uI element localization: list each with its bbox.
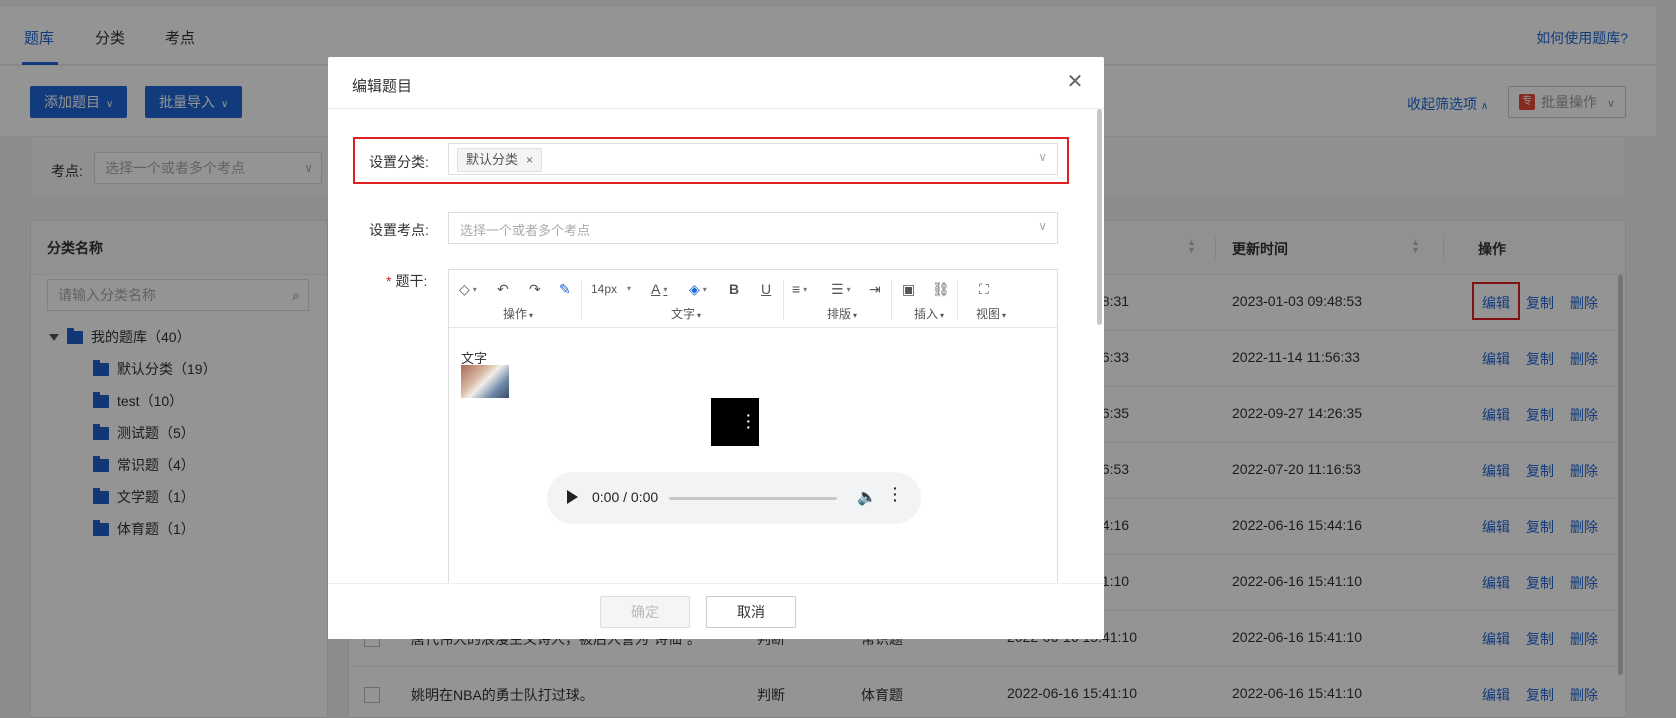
close-icon[interactable]: ✕ [1064, 71, 1086, 93]
bold-icon[interactable]: B [729, 280, 739, 298]
edit-question-dialog: 编辑题目 ✕ 设置分类: 默认分类 × ∨ 设置考点: 选择一个或者多个考点 ∨ … [328, 57, 1104, 639]
list-icon[interactable]: ☰ ▾ [831, 280, 851, 298]
toolbar-divider [581, 280, 582, 320]
category-label: 设置分类: [369, 154, 429, 170]
group-insert[interactable]: 插入 ▾ [914, 305, 944, 322]
play-icon[interactable] [567, 490, 578, 504]
more-options-icon[interactable]: · · · [893, 481, 898, 507]
exam-point-label: 设置考点: [369, 222, 429, 238]
indent-icon[interactable]: ⇥ [869, 280, 881, 298]
dialog-scrollbar[interactable] [1097, 109, 1102, 325]
stem-label-text: 题干: [395, 273, 428, 289]
required-mark: * [386, 273, 392, 289]
toolbar-divider [957, 280, 958, 320]
audio-progress-slider[interactable] [669, 497, 837, 500]
rich-text-editor: ◇ ▾ ↶ ↷ ✎ 操作 ▾ 14px ▾ A ▾ ◈ ▾ B U 文字 ▾ ≡ ▾ ☰ ▾ ⇥… [448, 269, 1058, 589]
dialog-header: 编辑题目 ✕ [328, 57, 1104, 109]
category-select[interactable]: 默认分类 × ∨ [448, 143, 1058, 175]
redo-icon[interactable]: ↷ [529, 280, 541, 298]
embedded-image[interactable] [461, 365, 509, 398]
link-icon[interactable]: ⛓ [932, 280, 950, 298]
eraser-icon[interactable]: ◇ ▾ [459, 280, 477, 298]
format-painter-icon[interactable]: ✎ [559, 280, 571, 298]
image-icon[interactable]: ▣ [902, 280, 915, 298]
group-text-label: 文字 [671, 307, 696, 321]
chevron-down-icon: ∨ [1038, 150, 1047, 164]
chevron-down-icon: ∨ [1038, 219, 1047, 233]
dialog-title: 编辑题目 [352, 78, 413, 95]
embedded-video[interactable]: · · · [711, 398, 759, 446]
underline-icon[interactable]: U [761, 280, 771, 298]
category-tag-label: 默认分类 [466, 152, 519, 167]
exam-point-select[interactable]: 选择一个或者多个考点 ∨ [448, 212, 1058, 244]
cancel-button[interactable]: 取消 [706, 596, 796, 628]
toolbar-divider [783, 280, 784, 320]
more-options-icon[interactable]: · · · [746, 408, 751, 434]
audio-player: 0:00 / 0:00 🔈 · · · [547, 472, 921, 524]
group-layout-label: 排版 [827, 307, 852, 321]
toolbar-divider [891, 280, 892, 320]
exam-point-placeholder: 选择一个或者多个考点 [460, 223, 591, 238]
highlight-color-icon[interactable]: ◈ ▾ [689, 280, 707, 298]
font-size-value: 14px [591, 282, 618, 296]
dialog-footer: 确定 取消 [328, 583, 1104, 639]
group-view-label: 视图 [976, 307, 1001, 321]
group-insert-label: 插入 [914, 307, 939, 321]
volume-icon[interactable]: 🔈 [857, 487, 877, 507]
tag-close-icon[interactable]: × [526, 153, 533, 167]
category-tag: 默认分类 × [457, 148, 543, 172]
align-icon[interactable]: ≡ ▾ [792, 280, 807, 298]
group-layout[interactable]: 排版 ▾ [827, 305, 857, 322]
undo-icon[interactable]: ↶ [497, 280, 509, 298]
group-view[interactable]: 视图 ▾ [976, 305, 1006, 322]
group-operation[interactable]: 操作 ▾ [503, 305, 533, 322]
group-text[interactable]: 文字 ▾ [671, 305, 701, 322]
font-size-select[interactable]: 14px ▾ [591, 280, 631, 298]
stem-label: * 题干: [386, 271, 427, 291]
group-operation-label: 操作 [503, 307, 528, 321]
confirm-button[interactable]: 确定 [600, 596, 690, 628]
audio-time: 0:00 / 0:00 [592, 489, 659, 505]
editor-toolbar: ◇ ▾ ↶ ↷ ✎ 操作 ▾ 14px ▾ A ▾ ◈ ▾ B U 文字 ▾ ≡ ▾ ☰ ▾ ⇥… [449, 270, 1057, 328]
font-color-icon[interactable]: A ▾ [651, 280, 667, 298]
fullscreen-icon[interactable]: ⛶ [979, 280, 989, 298]
